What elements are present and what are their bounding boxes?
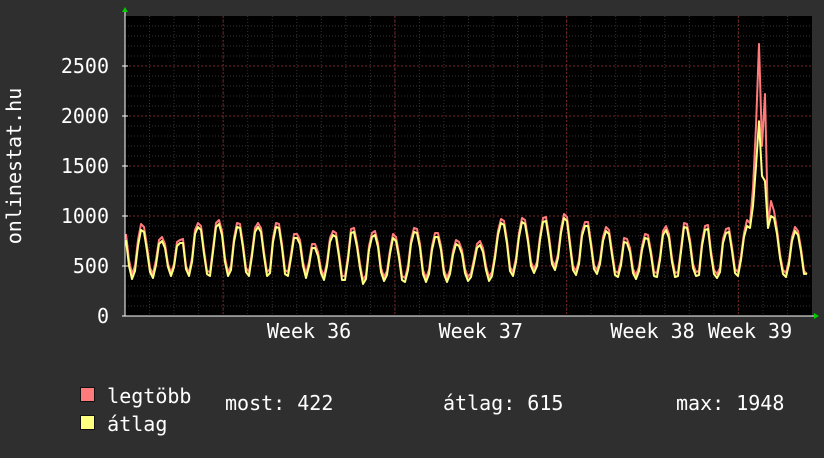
x-tick-label: Week 38 (610, 319, 694, 343)
x-axis-arrow (814, 313, 819, 319)
x-tick-label: Week 37 (439, 319, 523, 343)
legend-swatch-avg (80, 415, 96, 430)
y-tick-label: 1500 (61, 154, 109, 178)
stat-max: max: 1948 (676, 391, 785, 415)
y-tick-label: 2000 (61, 104, 109, 128)
x-tick-label: Week 36 (267, 319, 351, 343)
legend-item-avg: átlag (32, 391, 167, 457)
y-tick-label: 2500 (61, 54, 109, 78)
y-tick-label: 500 (73, 254, 109, 278)
stat-average: átlag: 615 (443, 391, 564, 415)
y-tick-label: 0 (97, 304, 109, 328)
legend-label-avg: átlag (107, 412, 168, 436)
chart-area: 0 500 1000 1500 2000 2500 Week 36 Week 37 Week … (0, 0, 824, 435)
x-tick-label: Week 39 (708, 319, 792, 343)
y-tick-labels: 0 500 1000 1500 2000 2500 (61, 54, 109, 328)
y-axis-arrow (122, 7, 128, 12)
y-tick-label: 1000 (61, 204, 109, 228)
stat-current: most: 422 (225, 391, 334, 415)
y-axis-label: onlinestat.hu (2, 88, 26, 245)
x-tick-labels: Week 36 Week 37 Week 38 Week 39 (267, 319, 792, 343)
